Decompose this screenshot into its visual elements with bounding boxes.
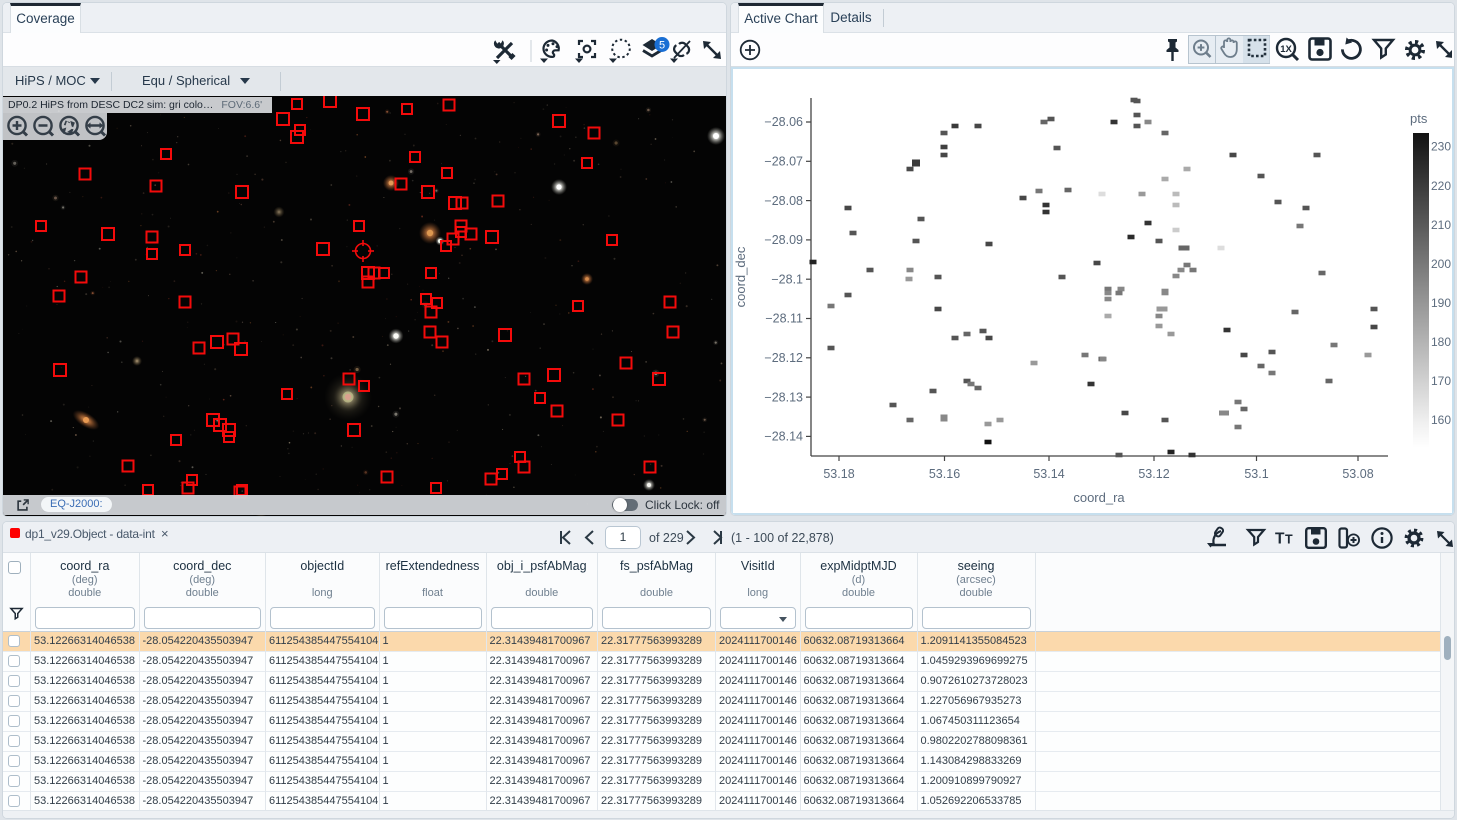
svg-text:53.14: 53.14 [1033,467,1064,481]
svg-text:53.16: 53.16 [929,467,960,481]
svg-text:−28.09: −28.09 [764,233,803,247]
svg-text:T: T [1275,531,1285,548]
svg-text:220: 220 [1431,179,1451,193]
svg-text:5: 5 [659,40,665,52]
svg-text:−28.08: −28.08 [764,194,803,208]
svg-text:−28.11: −28.11 [765,312,803,326]
svg-text:−28.14: −28.14 [764,430,803,444]
svg-text:53.18: 53.18 [823,467,854,481]
svg-text:−28.12: −28.12 [764,351,803,365]
svg-text:T: T [1285,533,1293,547]
svg-text:−28.1: −28.1 [771,272,803,286]
svg-text:−28.13: −28.13 [764,390,803,404]
svg-text:53.12: 53.12 [1138,467,1169,481]
svg-text:coord_dec: coord_dec [733,246,748,307]
svg-text:200: 200 [1431,257,1451,271]
svg-text:190: 190 [1431,296,1451,310]
svg-text:−28.06: −28.06 [764,115,803,129]
svg-text:160: 160 [1431,413,1451,427]
svg-text:pts: pts [1410,111,1428,126]
svg-text:coord_ra: coord_ra [1073,490,1125,505]
svg-text:−28.07: −28.07 [764,155,803,169]
svg-text:53.1: 53.1 [1244,467,1268,481]
svg-text:170: 170 [1431,374,1451,388]
svg-text:210: 210 [1431,218,1451,232]
svg-text:53.08: 53.08 [1342,467,1373,481]
svg-text:180: 180 [1431,335,1451,349]
svg-text:230: 230 [1431,140,1451,154]
svg-text:1X: 1X [1280,44,1292,55]
